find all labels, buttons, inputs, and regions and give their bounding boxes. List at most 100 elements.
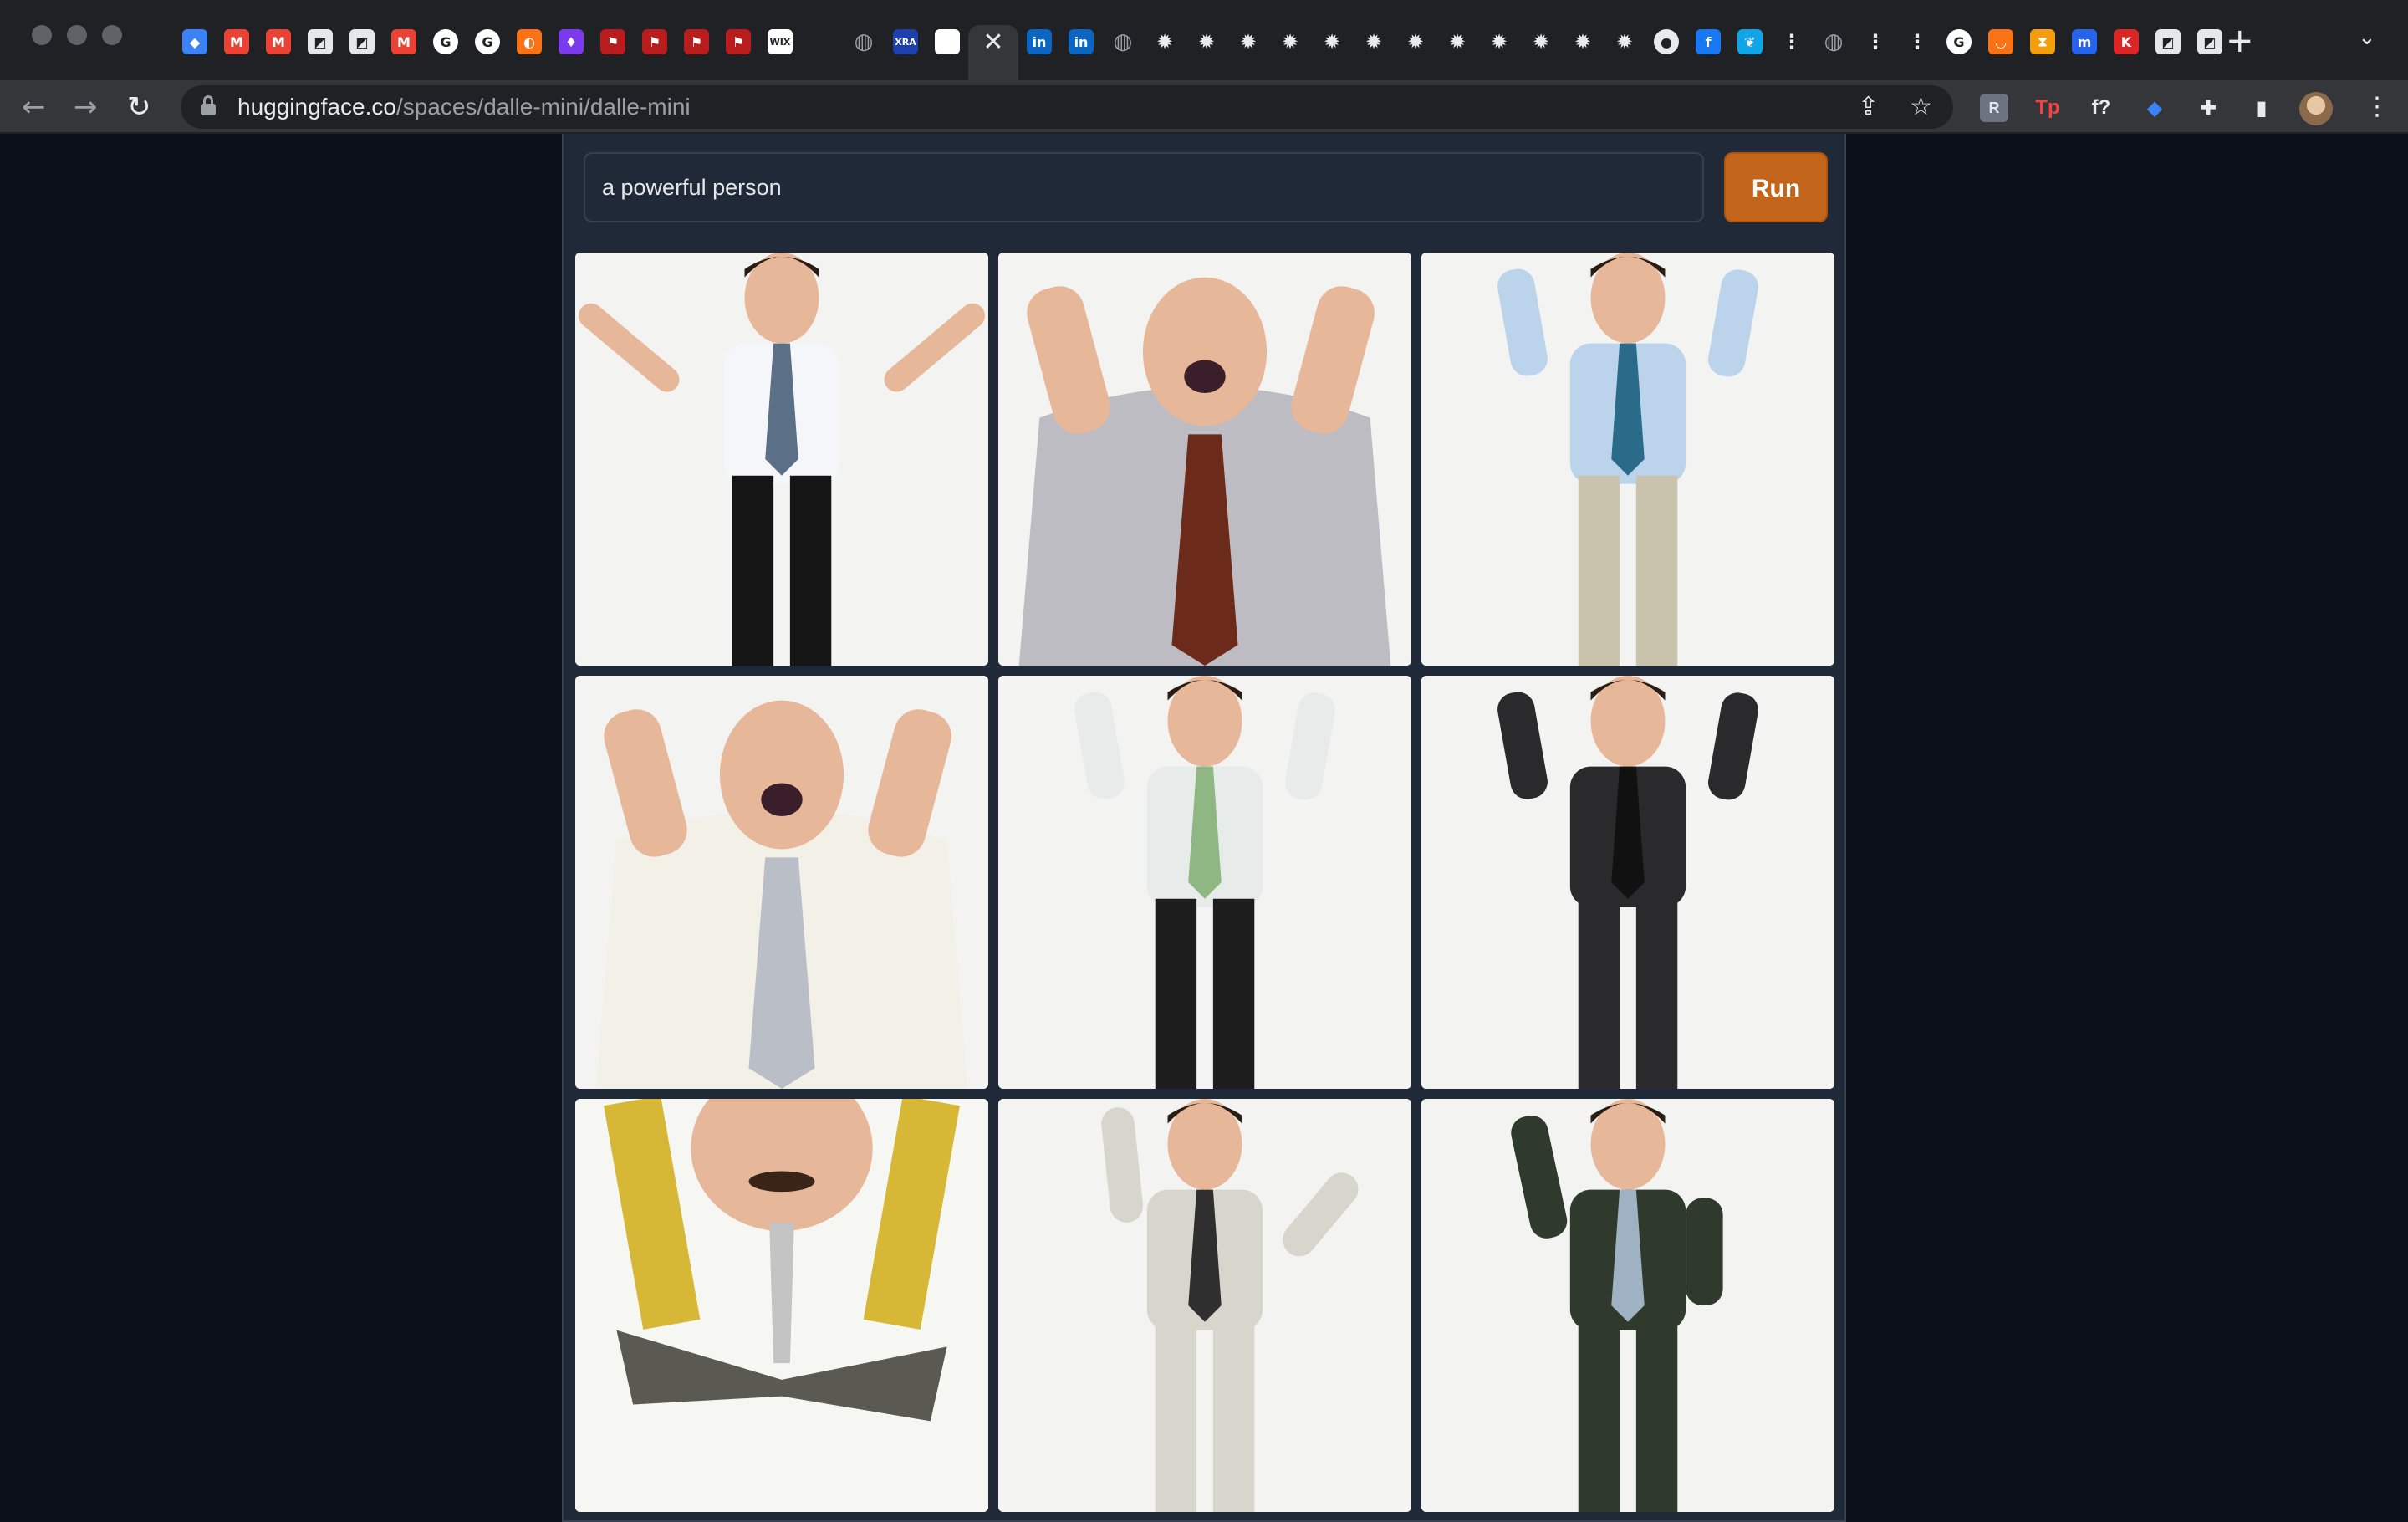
browser-tab[interactable]: ⋮ <box>1854 25 1896 59</box>
back-arrow-icon[interactable]: ← <box>22 89 46 125</box>
gear-icon: ✹ <box>1152 29 1177 54</box>
gem-extension-icon[interactable]: ◆ <box>2140 94 2169 122</box>
browser-tab[interactable]: ● <box>1645 25 1687 59</box>
browser-tab[interactable]: K <box>2105 25 2147 59</box>
url-path: /spaces/dalle-mini/dalle-mini <box>395 94 691 120</box>
generated-image-8[interactable] <box>998 1099 1411 1512</box>
browser-menu-icon[interactable]: ⋮ <box>2365 92 2390 122</box>
formula-extension-icon[interactable]: f? <box>2087 94 2115 122</box>
generated-image-9[interactable] <box>1421 1099 1834 1512</box>
browser-tab[interactable]: ⚑ <box>676 25 717 59</box>
prompt-input[interactable]: a powerful person <box>584 152 1704 222</box>
address-bar[interactable]: huggingface.co/spaces/dalle-mini/dalle-m… <box>181 85 1953 129</box>
pin-red-icon: ⚑ <box>642 29 667 54</box>
browser-tab[interactable]: ◐ <box>508 25 550 59</box>
browser-tab[interactable]: in <box>1018 25 1060 59</box>
browser-tab[interactable]: f <box>1687 25 1729 59</box>
close-window-button[interactable] <box>32 25 52 45</box>
forward-arrow-icon[interactable]: → <box>74 89 98 125</box>
browser-tab[interactable]: ◆ <box>174 25 216 59</box>
browser-tab[interactable]: ⋮ <box>1896 25 1938 59</box>
browser-tab[interactable]: ✹ <box>1562 25 1604 59</box>
browser-tab[interactable]: M <box>383 25 425 59</box>
browser-tab[interactable]: ⚑ <box>634 25 676 59</box>
browser-tab[interactable]: M <box>216 25 258 59</box>
google-icon: G <box>433 29 458 54</box>
browser-tab[interactable]: ✕ <box>968 25 1018 80</box>
browser-tab[interactable]: ◍ <box>843 25 885 59</box>
browser-tab[interactable]: ⋮ <box>1771 25 1813 59</box>
page-content: a powerful person Run <box>0 134 2408 1522</box>
browser-tab[interactable]: ⚑ <box>717 25 759 59</box>
linkedin-icon: in <box>1069 29 1094 54</box>
browser-tab[interactable]: ✹ <box>1395 25 1436 59</box>
puzzle-icon[interactable]: ✚ <box>2194 94 2222 122</box>
browser-tab[interactable]: ✹ <box>1227 25 1269 59</box>
profile-avatar[interactable] <box>2299 92 2333 125</box>
blank-icon <box>809 29 834 54</box>
linkedin-icon: in <box>1027 29 1052 54</box>
pin-red-icon: ⚑ <box>684 29 709 54</box>
browser-tab[interactable]: ✹ <box>1436 25 1478 59</box>
gmail-icon: M <box>391 29 416 54</box>
browser-tab[interactable]: G <box>467 25 508 59</box>
tab-search-chevron-down-icon[interactable]: ⌄ <box>2358 25 2376 50</box>
browser-tab[interactable]: ◩ <box>341 25 383 59</box>
generated-image-1[interactable] <box>575 253 988 666</box>
browser-tab[interactable]: ✹ <box>1353 25 1395 59</box>
browser-tab[interactable]: ✹ <box>1311 25 1353 59</box>
browser-tab[interactable]: WIX <box>759 25 801 59</box>
browser-tab[interactable]: ◩ <box>299 25 341 59</box>
pin-red-icon: ⚑ <box>726 29 751 54</box>
tp-extension-icon[interactable]: Tp <box>2033 94 2062 122</box>
bookmark-star-icon[interactable]: ☆ <box>1910 90 1932 124</box>
browser-tab[interactable]: ◩ <box>2147 25 2189 59</box>
maximize-window-button[interactable] <box>102 25 122 45</box>
run-button[interactable]: Run <box>1724 152 1828 222</box>
generated-image-7[interactable] <box>575 1099 988 1512</box>
browser-tab[interactable]: ✹ <box>1269 25 1311 59</box>
browser-tab[interactable]: ⚑ <box>592 25 634 59</box>
gear-icon: ✹ <box>1319 29 1344 54</box>
browser-tab[interactable]: ✹ <box>1478 25 1520 59</box>
browser-tab[interactable] <box>926 25 968 59</box>
browser-tab[interactable]: ✹ <box>1520 25 1562 59</box>
generated-image-5[interactable] <box>998 676 1411 1089</box>
lock-icon[interactable] <box>201 95 216 115</box>
browser-tab[interactable]: ✹ <box>1604 25 1645 59</box>
browser-tab[interactable]: ♦ <box>550 25 592 59</box>
minimize-window-button[interactable] <box>67 25 87 45</box>
browser-tab[interactable]: G <box>1938 25 1980 59</box>
generated-image-6[interactable] <box>1421 676 1834 1089</box>
generated-image-4[interactable] <box>575 676 988 1089</box>
new-tab-button[interactable]: + <box>2226 22 2254 60</box>
url-text[interactable]: huggingface.co/spaces/dalle-mini/dalle-m… <box>237 94 691 120</box>
browser-tab[interactable]: ◩ <box>2189 25 2231 59</box>
tab-strip: ◆ M M ◩ ◩ M G G ◐ ♦ ⚑ ⚑ ⚑ ⚑ WIX ◍ XRA ✕ in in ◍ ✹ ✹ ✹ ✹ ✹ ✹ ✹ ✹ ✹ ✹ ✹ ✹ ●… <box>0 0 2408 80</box>
browser-tab[interactable]: ⧗ <box>2022 25 2064 59</box>
browser-tab[interactable]: ◡ <box>1980 25 2022 59</box>
share-icon[interactable]: ⇪ <box>1858 90 1879 124</box>
generated-image-3[interactable] <box>1421 253 1834 666</box>
reload-icon[interactable]: ↻ <box>127 89 151 125</box>
browser-tab[interactable]: ◍ <box>1813 25 1854 59</box>
globe-icon: ◍ <box>1110 29 1135 54</box>
browser-tab[interactable]: XRA <box>885 25 926 59</box>
doc-icon: ◩ <box>349 29 375 54</box>
browser-tab[interactable]: ✹ <box>1144 25 1186 59</box>
browser-tab[interactable]: ✹ <box>1186 25 1227 59</box>
leaf-icon: ❦ <box>1737 29 1763 54</box>
browser-tab[interactable] <box>801 25 843 59</box>
browser-tab[interactable]: ❦ <box>1729 25 1771 59</box>
browser-tab[interactable]: in <box>1060 25 1102 59</box>
browser-tab[interactable]: ◍ <box>1102 25 1144 59</box>
generated-image-2[interactable] <box>998 253 1411 666</box>
browser-tab[interactable]: m <box>2064 25 2105 59</box>
browser-tab[interactable]: G <box>425 25 467 59</box>
dots-icon: ⋮ <box>1905 29 1930 54</box>
browser-tab[interactable]: M <box>258 25 299 59</box>
gmail-icon: M <box>224 29 249 54</box>
globe-icon: ◍ <box>1821 29 1846 54</box>
sidepanel-icon[interactable]: ▮ <box>2247 94 2276 122</box>
r-extension-icon[interactable]: R <box>1980 94 2008 122</box>
